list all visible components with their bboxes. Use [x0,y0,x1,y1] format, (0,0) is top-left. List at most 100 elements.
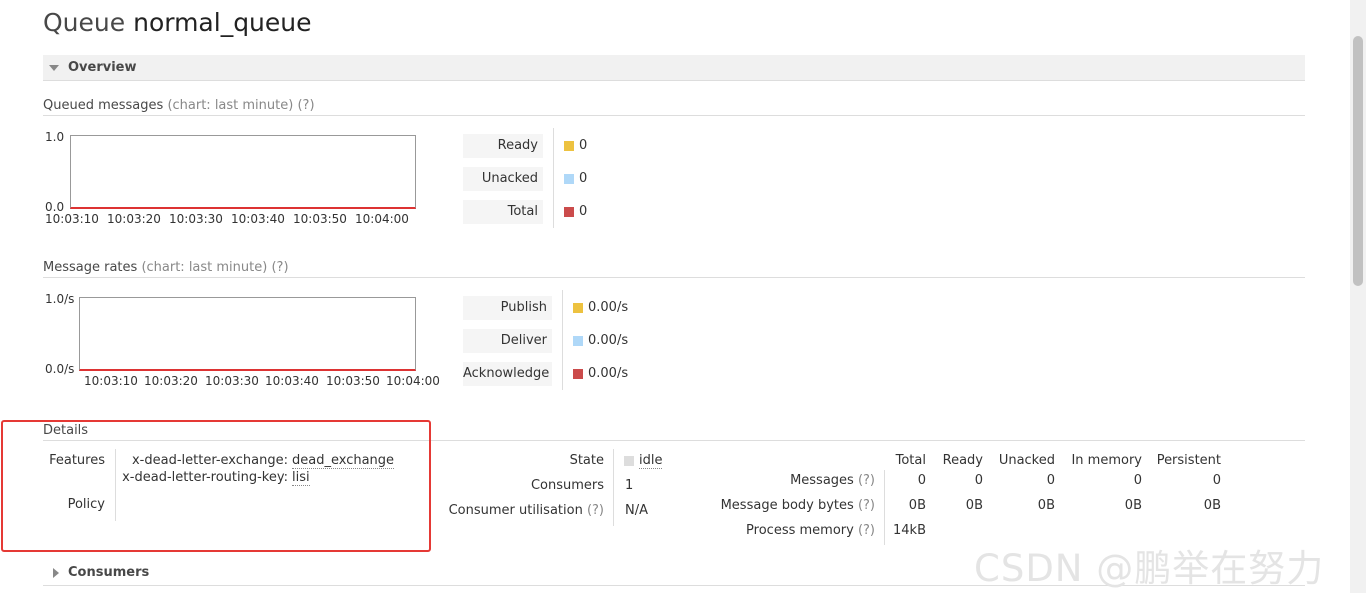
messages-total: 0 [917,473,926,488]
consumer-utilisation-value: N/A [625,503,648,518]
rates-x-tick: 10:03:20 [144,374,198,388]
overview-header-label: Overview [68,60,137,75]
title-prefix: Queue [43,8,126,37]
rates-y-top: 1.0/s [45,292,75,306]
legend-acknowledge-value: 0.00/s [588,366,629,381]
overview-section-toggle[interactable]: Overview [43,55,1305,81]
swatch-publish [573,303,583,313]
messages-help-link[interactable]: (?) [858,473,875,488]
messages-label: Messages (?) [700,473,875,488]
state-divider [613,449,614,526]
body-bytes-label: Message body bytes (?) [700,498,875,513]
rates-x-tick: 10:03:50 [326,374,380,388]
rates-chart-range-link[interactable]: (chart: last minute) [141,260,267,275]
rates-x-tick: 10:03:30 [205,374,259,388]
swatch-acknowledge [573,369,583,379]
feature-value-link[interactable]: lisi [292,470,310,486]
queued-chart-range-link[interactable]: (chart: last minute) [167,98,293,113]
feature-key: x-dead-letter-exchange: [131,453,288,468]
message-rates-heading: Message rates (chart: last minute) (?) [43,260,1305,278]
body-total: 0B [908,498,926,513]
process-memory-help-link[interactable]: (?) [858,523,875,538]
queue-name: normal_queue [133,8,312,37]
messages-persistent: 0 [1212,473,1221,488]
queued-y-top: 1.0 [45,130,65,144]
messages-unacked: 0 [1046,473,1055,488]
stats-divider [884,470,885,545]
page-title: Queue normal_queue [43,8,312,37]
queued-messages-title: Queued messages [43,98,164,113]
legend-publish-value: 0.00/s [588,300,629,315]
queued-x-tick: 10:03:40 [231,212,285,226]
feature-key: x-dead-letter-routing-key: [122,470,288,485]
message-rates-title: Message rates [43,260,138,275]
legend-total-value: 0 [579,204,588,219]
collapse-arrow-icon [49,65,59,71]
queued-x-tick: 10:03:50 [293,212,347,226]
body-bytes-text: Message body bytes [720,498,854,513]
body-ready: 0B [965,498,983,513]
policy-label: Policy [67,497,105,512]
legend-ready-label: Ready [463,134,543,158]
state-label: State [569,453,604,468]
queued-x-tick: 10:03:30 [169,212,223,226]
col-persistent: Persistent [1156,453,1221,468]
col-in-memory: In memory [1071,453,1142,468]
body-persistent: 0B [1203,498,1221,513]
queued-messages-heading: Queued messages (chart: last minute) (?) [43,98,1305,116]
rates-y-bottom: 0.0/s [45,362,75,376]
rates-help-link[interactable]: (?) [271,260,288,275]
legend-divider [562,290,563,390]
messages-text: Messages [790,473,854,488]
features-divider [115,449,116,521]
feature-value-link[interactable]: dead_exchange [292,453,395,469]
legend-divider [553,128,554,228]
scrollbar-thumb[interactable] [1353,36,1363,286]
body-bytes-help-link[interactable]: (?) [858,498,875,513]
vertical-scrollbar[interactable] [1350,0,1366,593]
consumers-value: 1 [625,478,634,493]
swatch-total [564,207,574,217]
legend-total-label: Total [463,200,543,224]
swatch-ready [564,141,574,151]
queued-x-tick: 10:03:20 [107,212,161,226]
legend-deliver-value: 0.00/s [588,333,629,348]
features-label: Features [49,453,105,468]
utilisation-help-link[interactable]: (?) [587,503,604,518]
expand-arrow-icon [53,568,59,578]
legend-publish-label: Publish [463,296,552,320]
messages-ready: 0 [974,473,983,488]
body-unacked: 0B [1037,498,1055,513]
details-heading: Details [43,423,1305,441]
state-value: idle [639,453,663,469]
col-total: Total [895,453,926,468]
legend-unacked-value: 0 [579,171,588,186]
rates-x-tick: 10:03:10 [84,374,138,388]
state-idle-icon [624,456,634,466]
consumers-label: Consumers [530,478,604,493]
legend-deliver-label: Deliver [463,329,552,353]
process-memory-label: Process memory (?) [700,523,875,538]
process-memory-text: Process memory [746,523,854,538]
queued-x-tick: 10:03:10 [45,212,99,226]
col-unacked: Unacked [998,453,1055,468]
queued-help-link[interactable]: (?) [297,98,314,113]
swatch-unacked [564,174,574,184]
rates-x-tick: 10:03:40 [265,374,319,388]
legend-ready-value: 0 [579,138,588,153]
col-ready: Ready [942,453,983,468]
legend-acknowledge-label: Acknowledge [463,362,552,386]
process-memory-value: 14kB [893,523,926,538]
rates-x-tick: 10:04:00 [386,374,440,388]
consumers-header-label: Consumers [68,565,150,580]
swatch-deliver [573,336,583,346]
message-rates-chart [79,297,416,371]
watermark: CSDN @鹏举在努力 [974,547,1325,590]
body-in-memory: 0B [1124,498,1142,513]
consumer-utilisation-text: Consumer utilisation [448,503,583,518]
queued-messages-chart [70,135,416,209]
messages-in-memory: 0 [1133,473,1142,488]
consumer-utilisation-label: Consumer utilisation (?) [440,503,604,518]
legend-unacked-label: Unacked [463,167,543,191]
queued-x-tick: 10:04:00 [355,212,409,226]
